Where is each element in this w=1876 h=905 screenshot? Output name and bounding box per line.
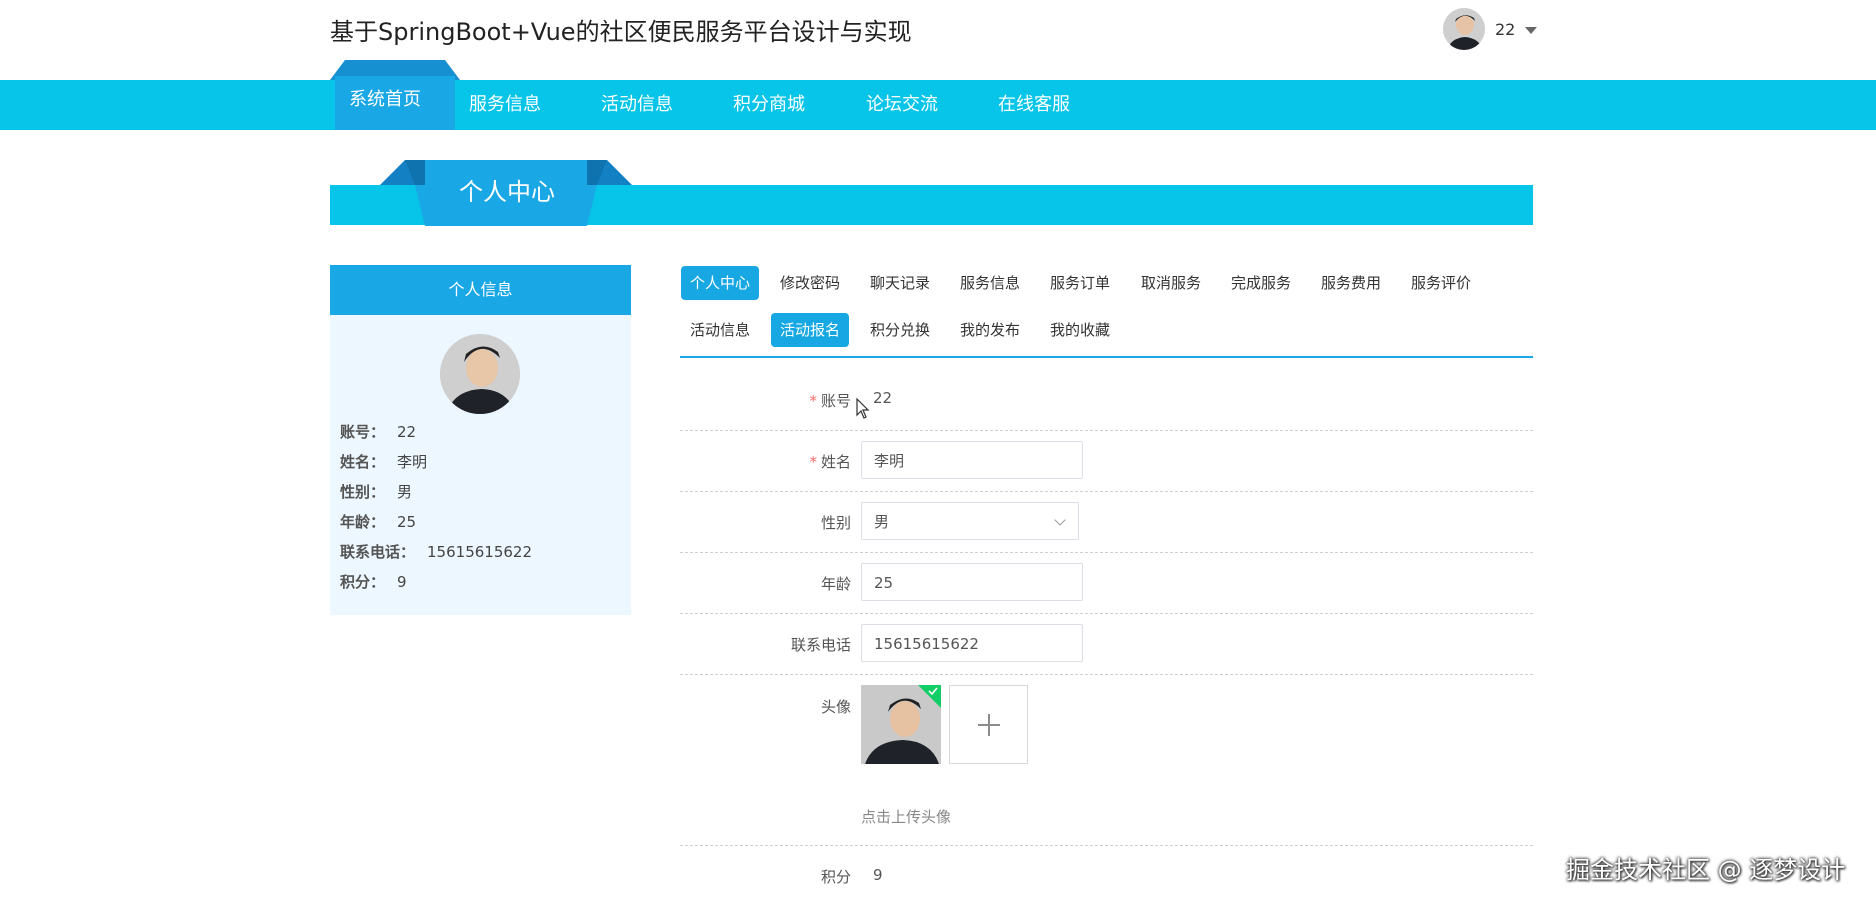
gender-select-value: 男	[874, 513, 890, 531]
sidebar-row-phone: 联系电话： 15615615622	[340, 541, 532, 562]
user-name: 22	[1495, 19, 1516, 39]
form-divider	[680, 613, 1533, 614]
sidebar-key: 联系电话：	[340, 543, 416, 561]
tab-service-fees[interactable]: 服务费用	[1312, 266, 1390, 300]
sidebar-value: 15615615622	[427, 543, 532, 561]
phone-input[interactable]: 15615615622	[861, 624, 1083, 662]
mouse-cursor-icon	[856, 398, 870, 419]
name-input[interactable]: 李明	[861, 441, 1083, 479]
sidebar-key: 账号：	[340, 423, 386, 441]
form-divider	[680, 845, 1533, 846]
user-menu[interactable]: 22	[1443, 8, 1538, 50]
sidebar-key: 年龄：	[340, 513, 386, 531]
account-label-text: 账号	[820, 392, 851, 410]
nav-item-online-service[interactable]: 在线客服	[998, 80, 1070, 130]
name-label-text: 姓名	[820, 453, 851, 471]
account-label: * 账号	[681, 390, 851, 411]
tab-service-info[interactable]: 服务信息	[951, 266, 1029, 300]
sidebar-value: 9	[397, 573, 407, 591]
age-label: 年龄	[820, 575, 851, 593]
plus-icon	[988, 714, 990, 736]
sidebar-key: 性别：	[340, 483, 386, 501]
sidebar-row-age: 年龄： 25	[340, 511, 416, 532]
tab-personal-center[interactable]: 个人中心	[681, 266, 760, 300]
sidebar-row-account: 账号： 22	[340, 421, 416, 442]
form-divider	[680, 491, 1533, 492]
sidebar-heading: 个人信息	[330, 265, 631, 315]
tab-cancel-service[interactable]: 取消服务	[1132, 266, 1210, 300]
nav-item-service-info[interactable]: 服务信息	[469, 80, 541, 130]
tabs-underline	[680, 356, 1533, 358]
tab-activity-info[interactable]: 活动信息	[681, 313, 759, 347]
sidebar-avatar	[440, 334, 520, 414]
tab-service-review[interactable]: 服务评价	[1402, 266, 1480, 300]
tab-points-exchange[interactable]: 积分兑换	[861, 313, 939, 347]
gender-label: 性别	[820, 514, 851, 532]
sidebar-value: 男	[397, 483, 413, 501]
sidebar-row-points: 积分： 9	[340, 571, 407, 592]
points-value: 9	[873, 866, 883, 884]
tab-my-favorites[interactable]: 我的收藏	[1041, 313, 1119, 347]
required-mark: *	[809, 453, 817, 471]
phone-label: 联系电话	[790, 636, 851, 654]
tab-activity-signup[interactable]: 活动报名	[771, 313, 850, 347]
tab-my-posts[interactable]: 我的发布	[951, 313, 1029, 347]
tab-complete-service[interactable]: 完成服务	[1222, 266, 1300, 300]
sidebar-value: 李明	[397, 453, 428, 471]
watermark: 掘金技术社区 @ 逐梦设计	[1566, 856, 1846, 884]
upload-avatar-button[interactable]	[949, 685, 1028, 764]
main-nav	[0, 80, 1876, 130]
user-avatar	[1443, 8, 1485, 50]
tab-chat-records[interactable]: 聊天记录	[861, 266, 939, 300]
nav-item-activity-info[interactable]: 活动信息	[601, 80, 673, 130]
check-icon	[918, 685, 941, 708]
nav-item-points-mall[interactable]: 积分商城	[733, 80, 805, 130]
form-divider	[680, 674, 1533, 675]
required-mark: *	[809, 392, 817, 410]
sidebar-value: 22	[397, 423, 417, 441]
sidebar-row-name: 姓名： 李明	[340, 451, 427, 472]
form-divider	[680, 430, 1533, 431]
nav-item-home[interactable]: 系统首页	[349, 75, 421, 125]
form-divider	[680, 552, 1533, 553]
account-value: 22	[873, 389, 893, 407]
tab-change-password[interactable]: 修改密码	[771, 266, 849, 300]
points-label: 积分	[820, 868, 851, 886]
nav-item-forum[interactable]: 论坛交流	[866, 80, 938, 130]
name-label: * 姓名	[681, 451, 851, 472]
page-title: 个人中心	[459, 178, 555, 206]
avatar-label: 头像	[820, 698, 851, 716]
sidebar-value: 25	[397, 513, 417, 531]
caret-down-icon	[1525, 26, 1538, 34]
tab-service-orders[interactable]: 服务订单	[1041, 266, 1119, 300]
sidebar-key: 姓名：	[340, 453, 386, 471]
age-input[interactable]: 25	[861, 563, 1083, 601]
gender-select[interactable]: 男	[861, 502, 1079, 540]
sidebar-row-gender: 性别： 男	[340, 481, 412, 502]
upload-hint: 点击上传头像	[861, 808, 952, 826]
sidebar-key: 积分：	[340, 573, 386, 591]
site-title: 基于SpringBoot+Vue的社区便民服务平台设计与实现	[330, 18, 912, 46]
